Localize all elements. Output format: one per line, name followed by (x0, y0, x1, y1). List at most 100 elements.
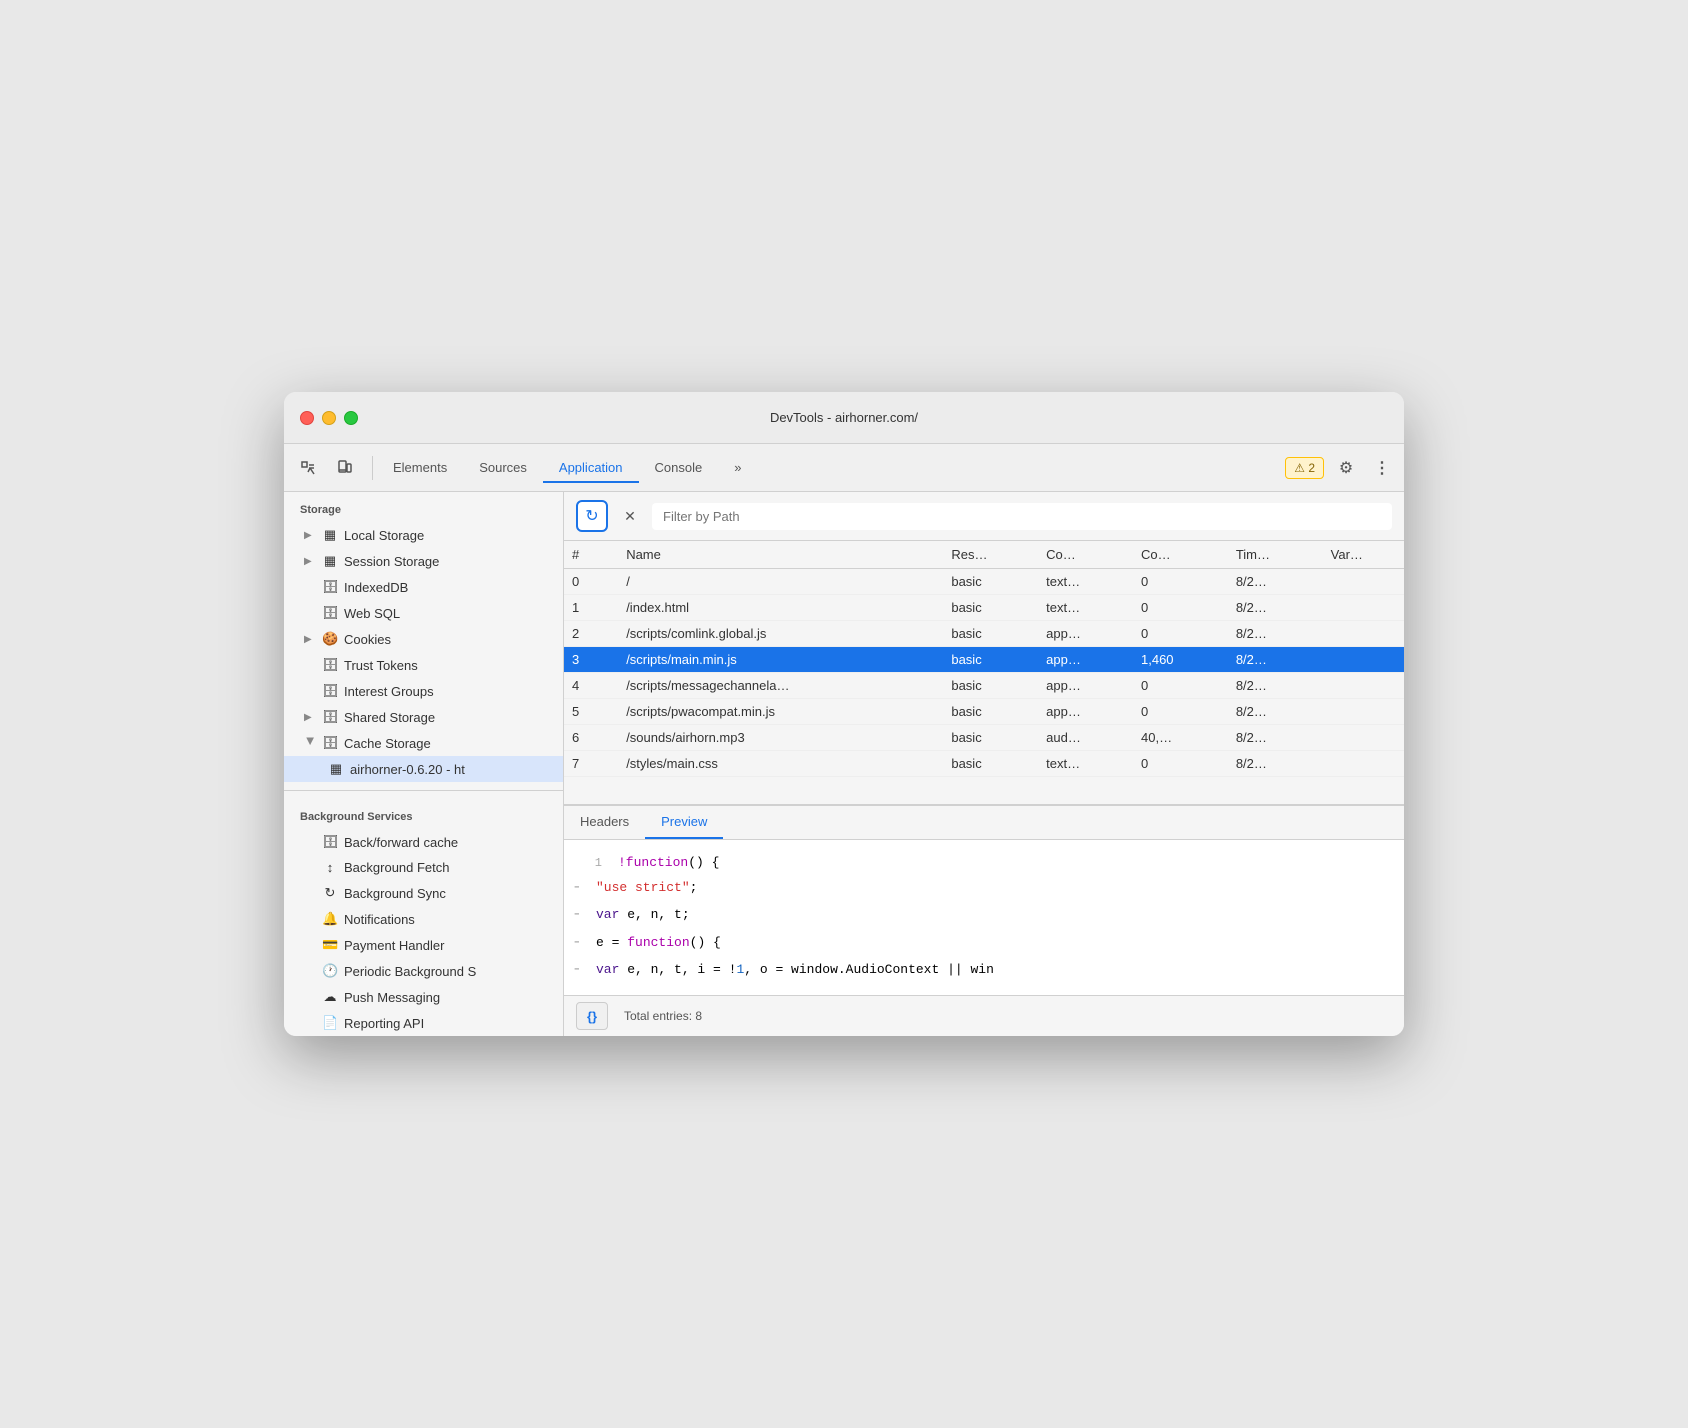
refresh-button[interactable]: ↻ (576, 500, 608, 532)
fullscreen-button[interactable] (344, 411, 358, 425)
sidebar-item-local-storage[interactable]: ▶ ▦ Local Storage (284, 522, 563, 548)
minimize-button[interactable] (322, 411, 336, 425)
table-cell: /styles/main.css (618, 751, 943, 777)
table-cell: 2 (564, 621, 618, 647)
table-row[interactable]: 0/basictext…08/2… (564, 569, 1404, 595)
tab-application[interactable]: Application (543, 454, 639, 483)
sidebar-item-label: Notifications (344, 912, 547, 927)
bottom-tabs: Headers Preview (564, 806, 1404, 840)
table-cell: app… (1038, 673, 1133, 699)
session-storage-icon: ▦ (322, 553, 338, 569)
sidebar-item-interest-groups[interactable]: ▶ 🗄 Interest Groups (284, 678, 563, 704)
sidebar-item-payment-handler[interactable]: ▶ 💳 Payment Handler (284, 932, 563, 958)
sidebar-item-label: Push Messaging (344, 990, 547, 1005)
sidebar-item-cache-storage[interactable]: ▶ 🗄 Cache Storage (284, 730, 563, 756)
col-header-var: Var… (1323, 541, 1404, 569)
table-cell: basic (943, 569, 1038, 595)
warning-badge[interactable]: ⚠ 2 (1285, 457, 1324, 479)
sidebar-item-label: Background Fetch (344, 860, 547, 875)
table-cell: 0 (1133, 621, 1228, 647)
table-row[interactable]: 2/scripts/comlink.global.jsbasicapp…08/2… (564, 621, 1404, 647)
cache-storage-icon: 🗄 (322, 735, 338, 751)
table-cell: 8/2… (1228, 595, 1323, 621)
table-row[interactable]: 1/index.htmlbasictext…08/2… (564, 595, 1404, 621)
sidebar-item-label: Payment Handler (344, 938, 547, 953)
sidebar-item-label: Background Sync (344, 886, 547, 901)
sidebar-item-web-sql[interactable]: ▶ 🗄 Web SQL (284, 600, 563, 626)
inspect-element-button[interactable] (292, 452, 324, 484)
expand-arrow: ▶ (304, 530, 316, 541)
filter-input[interactable] (652, 503, 1392, 530)
table-row[interactable]: 3/scripts/main.min.jsbasicapp…1,4608/2… (564, 647, 1404, 673)
table-cell (1323, 725, 1404, 751)
sidebar-item-label: Trust Tokens (344, 658, 547, 673)
col-header-res: Res… (943, 541, 1038, 569)
sidebar-item-reporting-api[interactable]: ▶ 📄 Reporting API (284, 1010, 563, 1036)
table-cell: 0 (1133, 751, 1228, 777)
table-row[interactable]: 6/sounds/airhorn.mp3basicaud…40,…8/2… (564, 725, 1404, 751)
sidebar-item-cache-child[interactable]: ▦ airhorner-0.6.20 - ht (284, 756, 563, 782)
tab-sources[interactable]: Sources (463, 454, 543, 483)
push-messaging-icon: ☁ (322, 989, 338, 1005)
shared-storage-icon: 🗄 (322, 709, 338, 725)
web-sql-icon: 🗄 (322, 605, 338, 621)
indexeddb-icon: 🗄 (322, 579, 338, 595)
device-toolbar-button[interactable] (328, 452, 360, 484)
pretty-print-button[interactable]: {} (576, 1002, 608, 1030)
table-cell: /scripts/comlink.global.js (618, 621, 943, 647)
table-cell: /scripts/main.min.js (618, 647, 943, 673)
entries-table: # Name Res… Co… Co… Tim… Var… 0/basictex… (564, 541, 1404, 777)
sidebar-item-background-sync[interactable]: ▶ ↻ Background Sync (284, 880, 563, 906)
reporting-api-icon: 📄 (322, 1015, 338, 1031)
sidebar-item-label: Session Storage (344, 554, 547, 569)
table-cell: 8/2… (1228, 699, 1323, 725)
cache-child-icon: ▦ (328, 761, 344, 777)
table-header-row: # Name Res… Co… Co… Tim… Var… (564, 541, 1404, 569)
window-title: DevTools - airhorner.com/ (770, 410, 918, 425)
more-options-button[interactable]: ⋮ (1368, 454, 1396, 482)
table-row[interactable]: 4/scripts/messagechannela…basicapp…08/2… (564, 673, 1404, 699)
sidebar-item-background-fetch[interactable]: ▶ ↕ Background Fetch (284, 855, 563, 880)
sidebar-item-cookies[interactable]: ▶ 🍪 Cookies (284, 626, 563, 652)
clear-button[interactable]: ✕ (616, 502, 644, 530)
total-entries: Total entries: 8 (624, 1009, 702, 1023)
sidebar-item-push-messaging[interactable]: ▶ ☁ Push Messaging (284, 984, 563, 1010)
table-cell: /sounds/airhorn.mp3 (618, 725, 943, 751)
table-cell: aud… (1038, 725, 1133, 751)
code-line-4: - e = function() { (564, 929, 1404, 956)
table-cell: 6 (564, 725, 618, 751)
bg-services-section-header: Background Services (284, 799, 563, 829)
sidebar-item-trust-tokens[interactable]: ▶ 🗄 Trust Tokens (284, 652, 563, 678)
table-cell: basic (943, 673, 1038, 699)
table-cell: 8/2… (1228, 647, 1323, 673)
table-row[interactable]: 5/scripts/pwacompat.min.jsbasicapp…08/2… (564, 699, 1404, 725)
sidebar-item-shared-storage[interactable]: ▶ 🗄 Shared Storage (284, 704, 563, 730)
sidebar-item-notifications[interactable]: ▶ 🔔 Notifications (284, 906, 563, 932)
col-header-name: Name (618, 541, 943, 569)
tab-elements[interactable]: Elements (377, 454, 463, 483)
storage-section-header: Storage (284, 492, 563, 522)
periodic-bg-icon: 🕐 (322, 963, 338, 979)
tab-console[interactable]: Console (639, 454, 719, 483)
close-button[interactable] (300, 411, 314, 425)
sidebar-item-periodic-background[interactable]: ▶ 🕐 Periodic Background S (284, 958, 563, 984)
table-cell: 4 (564, 673, 618, 699)
sidebar-item-session-storage[interactable]: ▶ ▦ Session Storage (284, 548, 563, 574)
main-toolbar: Elements Sources Application Console » ⚠… (284, 444, 1404, 492)
tab-more[interactable]: » (718, 454, 757, 483)
table-cell: 1 (564, 595, 618, 621)
table-cell: text… (1038, 595, 1133, 621)
settings-button[interactable]: ⚙ (1332, 454, 1360, 482)
sidebar-item-label: Local Storage (344, 528, 547, 543)
col-header-tim: Tim… (1228, 541, 1323, 569)
sidebar-item-back-forward-cache[interactable]: ▶ 🗄 Back/forward cache (284, 829, 563, 855)
sidebar-item-label: Cookies (344, 632, 547, 647)
tab-preview[interactable]: Preview (645, 806, 723, 839)
back-forward-icon: 🗄 (322, 834, 338, 850)
table-row[interactable]: 7/styles/main.cssbasictext…08/2… (564, 751, 1404, 777)
sidebar-item-label: IndexedDB (344, 580, 547, 595)
tab-headers[interactable]: Headers (564, 806, 645, 839)
table-cell: basic (943, 699, 1038, 725)
sidebar-item-indexeddb[interactable]: ▶ 🗄 IndexedDB (284, 574, 563, 600)
trust-tokens-icon: 🗄 (322, 657, 338, 673)
